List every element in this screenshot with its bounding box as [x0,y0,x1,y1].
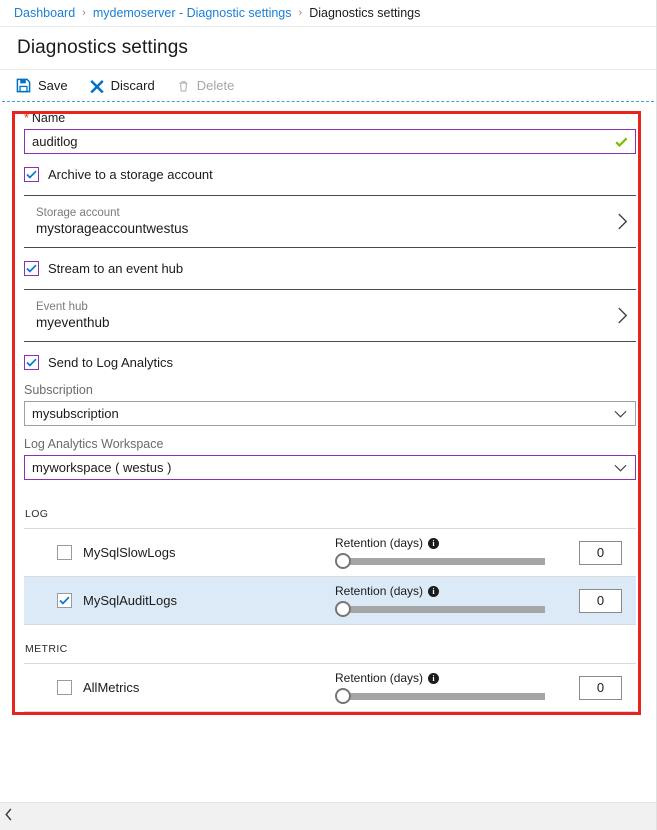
stream-event-hub-label: Stream to an event hub [48,261,184,276]
name-input-value: auditlog [32,134,78,149]
retention-value-input[interactable]: 0 [579,540,622,565]
validation-check-icon [615,136,628,147]
event-hub-label: Event hub [36,301,88,313]
retention-slider[interactable] [335,688,545,704]
metric-rows: AllMetrics Retention (days) i 0 [24,663,636,712]
storage-account-picker[interactable]: Storage account mystorageaccountwestus [24,195,636,248]
event-hub-value: myeventhub [36,315,110,330]
send-log-analytics-checkbox[interactable]: Send to Log Analytics [24,355,636,370]
slider-thumb[interactable] [335,601,351,617]
required-marker: * [24,111,29,125]
log-row-checkbox[interactable] [57,545,72,560]
retention-control: Retention (days) i [335,671,579,704]
retention-label: Retention (days) i [335,584,579,598]
retention-control: Retention (days) i [335,536,579,569]
archive-storage-label: Archive to a storage account [48,167,213,182]
workspace-select[interactable]: myworkspace ( westus ) [24,455,636,480]
log-row-checkbox[interactable] [57,593,72,608]
retention-label: Retention (days) i [335,671,579,685]
storage-account-value: mystorageaccountwestus [36,221,189,236]
collapse-arrow-icon[interactable] [4,807,14,826]
send-log-analytics-label: Send to Log Analytics [48,355,174,370]
archive-storage-checkbox[interactable]: Archive to a storage account [24,167,636,182]
retention-control: Retention (days) i [335,584,579,617]
table-row[interactable]: AllMetrics Retention (days) i 0 [24,664,636,712]
save-label: Save [38,78,68,93]
slider-thumb[interactable] [335,688,351,704]
subscription-value: mysubscription [32,406,119,421]
checkbox-box [24,355,39,370]
chevron-down-icon [614,410,627,418]
save-button[interactable]: Save [16,78,68,93]
info-icon[interactable]: i [428,537,440,549]
delete-button: Delete [177,78,235,93]
retention-value-input[interactable]: 0 [579,675,622,700]
slider-track [343,557,545,565]
workspace-label: Log Analytics Workspace [24,437,164,451]
subscription-label: Subscription [24,383,93,397]
name-field-label: * Name [24,111,66,125]
close-icon [89,79,104,93]
chevron-down-icon [614,464,627,472]
breadcrumb-item-current: Diagnostics settings [309,6,421,20]
info-icon[interactable]: i [428,672,440,684]
subscription-select[interactable]: mysubscription [24,401,636,426]
checkbox-box [24,261,39,276]
diagnostics-form: * Name auditlog Archive to a storage acco… [0,102,656,712]
page-title: Diagnostics settings [17,37,188,58]
retention-label: Retention (days) i [335,536,579,550]
delete-label: Delete [196,78,235,93]
retention-value-input[interactable]: 0 [579,588,622,613]
metric-row-name: AllMetrics [83,680,140,695]
metric-section-heading: METRIC [25,643,68,655]
retention-slider[interactable] [335,601,545,617]
checkbox-box [24,167,39,182]
breadcrumb: Dashboard › mydemoserver - Diagnostic se… [0,0,656,27]
command-bar: Save Discard Delete [0,70,656,101]
status-bar [0,802,656,830]
page-title-bar: Diagnostics settings [0,27,656,70]
log-section-heading: LOG [25,508,49,520]
log-row-name: MySqlSlowLogs [83,545,176,560]
trash-icon [177,79,190,93]
discard-label: Discard [110,78,155,93]
retention-slider[interactable] [335,553,545,569]
diagnostics-settings-page: Dashboard › mydemoserver - Diagnostic se… [0,0,657,830]
storage-account-label: Storage account [36,207,120,219]
table-row[interactable]: MySqlSlowLogs Retention (days) i 0 [24,529,636,577]
discard-button[interactable]: Discard [89,78,155,93]
slider-thumb[interactable] [335,553,351,569]
info-icon[interactable]: i [428,585,440,597]
workspace-value: myworkspace ( westus ) [32,460,172,475]
breadcrumb-item-dashboard[interactable]: Dashboard [14,6,75,20]
save-icon [16,78,31,93]
breadcrumb-separator-icon: › [82,7,86,19]
event-hub-picker[interactable]: Event hub myeventhub [24,289,636,342]
chevron-right-icon [617,307,628,324]
breadcrumb-separator-icon: › [298,7,303,19]
log-rows: MySqlSlowLogs Retention (days) i 0 MySql… [24,528,636,625]
name-input[interactable]: auditlog [24,129,636,154]
breadcrumb-item-mydemoserver[interactable]: mydemoserver - Diagnostic settings [93,6,292,20]
slider-track [343,605,545,613]
workspace-field: Log Analytics Workspace myworkspace ( we… [24,437,636,480]
table-row[interactable]: MySqlAuditLogs Retention (days) i 0 [24,577,636,625]
subscription-field: Subscription mysubscription [24,383,636,426]
stream-event-hub-checkbox[interactable]: Stream to an event hub [24,261,636,276]
chevron-right-icon [617,213,628,230]
metric-row-checkbox[interactable] [57,680,72,695]
slider-track [343,692,545,700]
log-row-name: MySqlAuditLogs [83,593,177,608]
